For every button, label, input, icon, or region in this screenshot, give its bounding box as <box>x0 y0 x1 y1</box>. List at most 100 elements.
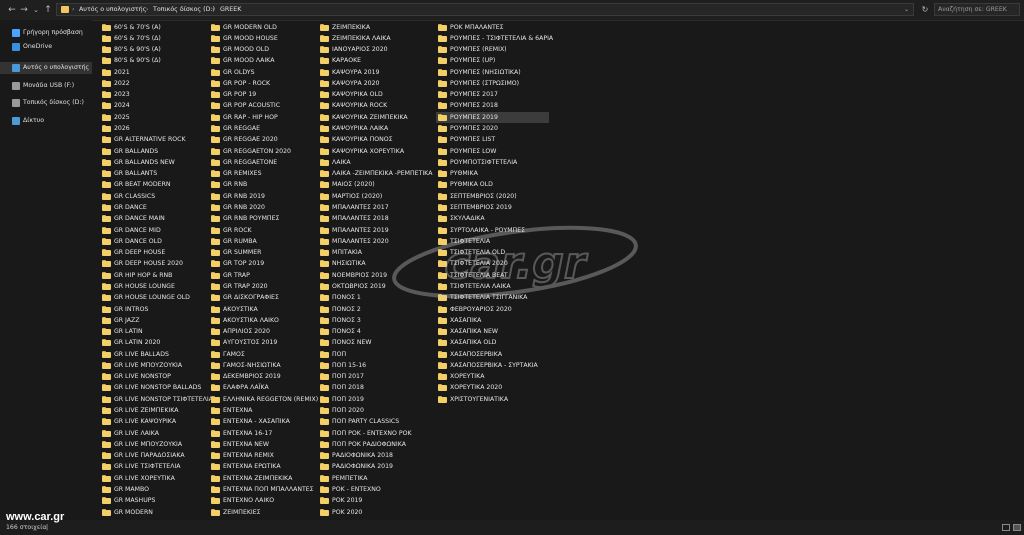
folder-item[interactable]: GR MOOD ΛΑΙΚΑ <box>209 55 309 66</box>
folder-item[interactable]: ΡΥΘΜΙΚΑ <box>436 168 549 179</box>
folder-item[interactable]: GR LIVE NONSTOP ΤΣΙΦΤΕΤΕΛΙΑ <box>100 394 213 405</box>
folder-item[interactable]: GR LIVE NONSTOP BALLADS <box>100 382 201 393</box>
folder-item[interactable]: GR OLDYS <box>209 67 309 78</box>
folder-item[interactable]: GR DANCE OLD <box>100 236 200 247</box>
folder-item[interactable]: ΠΟΠ ΡΟΚ - ΕΝΤΕΧΝΟ ΡΟΚ <box>318 428 426 439</box>
folder-item[interactable]: GR MAMBO <box>100 484 200 495</box>
folder-item[interactable]: ΛΑΙΚΑ -ΖΕΙΜΠΕΚΙΚΑ -ΡΕΜΠΕΤΙΚΑ <box>318 168 432 179</box>
folder-item[interactable]: GR MODERN <box>100 507 200 518</box>
folder-item[interactable]: ΡΟΚ ΜΠΑΛΑΝΤΕΣ <box>436 22 549 33</box>
folder-item[interactable]: 2022 <box>100 78 200 89</box>
folder-item[interactable]: ΖΕΙΜΠΕΚΙΚΑ <box>318 22 426 33</box>
folder-item[interactable]: ΡΟΥΜΠΕΣ LOW <box>436 146 549 157</box>
up-arrow-icon[interactable]: ↑ <box>42 4 54 16</box>
folder-item[interactable]: GR HIP HOP & RNB <box>100 270 200 281</box>
folder-item[interactable]: GR POP ACOUSTIC <box>209 100 309 111</box>
folder-item[interactable]: ΕΝΤΕΧΝΑ 16-17 <box>209 428 309 439</box>
folder-item[interactable]: GR REGGAE <box>209 123 309 134</box>
folder-item[interactable]: GR SUMMER <box>209 247 309 258</box>
folder-item[interactable]: GR HOUSE LOUNGE <box>100 281 200 292</box>
folder-item[interactable]: GR TOP 2019 <box>209 258 309 269</box>
folder-item[interactable]: ΧΡΙΣΤΟΥΓΕΝΙΑΤΙΚΑ <box>436 394 549 405</box>
folder-item[interactable]: ΠΟΠ ΡΟΚ ΡΑΔΙΟΦΩΝΙΚΑ <box>318 439 426 450</box>
folder-item[interactable]: ΡΟΥΜΠΕΣ LIST <box>436 134 549 145</box>
folder-item[interactable]: GR ΔΙΣΚΟΓΡΑΦΙΕΣ <box>209 292 309 303</box>
folder-item[interactable]: ΚΑΨΟΥΡΙΚΑ ΖΕΙΜΠΕΚΙΚΑ <box>318 112 426 123</box>
folder-item[interactable]: ΕΛΛΗΝΙΚΑ REGGETON (REMIX) <box>209 394 318 405</box>
folder-item[interactable]: GR DANCE MAIN <box>100 213 200 224</box>
folder-item[interactable]: GR MODERN OLD <box>209 22 309 33</box>
folder-item[interactable]: ΡΟΥΜΠΕΣ - ΤΣΙΦΤΕΤΕΛΙΑ & 6ΑΡΙΑ <box>436 33 553 44</box>
folder-item[interactable]: ΦΕΒΡΟΥΑΡΙΟΣ 2020 <box>436 304 549 315</box>
folder-item[interactable]: ΡΑΔΙΟΦΩΝΙΚΑ 2019 <box>318 461 426 472</box>
folder-item[interactable]: ΡΟΚ 2019 <box>318 495 426 506</box>
folder-item[interactable]: ΠΟΝΟΣ 3 <box>318 315 426 326</box>
folder-item[interactable]: ΚΑΨΟΥΡΑ 2020 <box>318 78 426 89</box>
folder-item[interactable]: ΡΟΥΜΠΕΣ 2017 <box>436 89 549 100</box>
folder-item[interactable]: ΡΟΥΜΠΕΣ (ΝΗΣΙΩΤΙΚΑ) <box>436 67 549 78</box>
folder-item[interactable]: GR RNB 2019 <box>209 191 309 202</box>
folder-item[interactable]: 2025 <box>100 112 200 123</box>
folder-item[interactable]: GR LATIN <box>100 326 200 337</box>
folder-item[interactable]: ΑΥΓΟΥΣΤΟΣ 2019 <box>209 337 309 348</box>
folder-item[interactable]: 80'S & 90'S (Δ) <box>100 55 200 66</box>
folder-item[interactable]: ΡΟΥΜΠΟΤΣΙΦΤΕΤΕΛΙΑ <box>436 157 549 168</box>
nav-item[interactable]: Δίκτυο <box>0 115 92 127</box>
folder-item[interactable]: 60'S & 70'S (A) <box>100 22 200 33</box>
folder-item[interactable]: GR DANCE <box>100 202 200 213</box>
folder-item[interactable]: ΖΕΙΜΠΕΚΙΕΣ <box>209 507 309 518</box>
folder-item[interactable]: GR RNB <box>209 179 309 190</box>
folder-item[interactable]: ΧΑΣΑΠΙΚΑ <box>436 315 549 326</box>
folder-item[interactable]: 2023 <box>100 89 200 100</box>
folder-item[interactable]: GR POP 19 <box>209 89 309 100</box>
folder-item[interactable]: ΚΑΨΟΥΡΑ 2019 <box>318 67 426 78</box>
nav-item[interactable]: Μονάδα USB (F:) <box>0 80 92 92</box>
nav-item[interactable]: Γρήγορη πρόσβαση <box>0 27 92 39</box>
folder-item[interactable]: GR BALLANTS <box>100 168 200 179</box>
folder-item[interactable]: GR BALLANDS NEW <box>100 157 200 168</box>
folder-item[interactable]: GR TRAP <box>209 270 309 281</box>
folder-item[interactable]: GR LIVE BALLADS <box>100 349 200 360</box>
forward-arrow-icon[interactable]: → <box>18 4 30 16</box>
folder-item[interactable]: GR TRAP 2020 <box>209 281 309 292</box>
folder-item[interactable]: ΠΟΠ 2017 <box>318 371 426 382</box>
folder-item[interactable]: GR LATIN 2020 <box>100 337 200 348</box>
folder-item[interactable]: GR LIVE ΠΑΡΑΔΟΣΙΑΚΑ <box>100 450 200 461</box>
folder-item[interactable]: ΚΑΨΟΥΡΙΚΑ ΧΟΡΕΥΤΙΚΑ <box>318 146 426 157</box>
folder-item[interactable]: GR RNB ΡΟΥΜΠΕΣ <box>209 213 309 224</box>
address-dropdown-icon[interactable]: ⌄ <box>904 5 909 15</box>
folder-item[interactable]: ΑΚΟΥΣΤΙΚΑ <box>209 304 309 315</box>
folder-item[interactable]: ΧΑΣΑΠΙΚΑ NEW <box>436 326 549 337</box>
folder-item[interactable]: GR MASHUPS <box>100 495 200 506</box>
breadcrumb-this-pc[interactable]: Αυτός ο υπολογιστής <box>79 5 146 15</box>
breadcrumb-separator[interactable]: › <box>212 5 215 15</box>
folder-item[interactable]: ΡΟΥΜΠΕΣ (REMIX) <box>436 44 549 55</box>
folder-item[interactable]: ΧΟΡΕΥΤΙΚΑ 2020 <box>436 382 549 393</box>
folder-item[interactable]: ΧΟΡΕΥΤΙΚΑ <box>436 371 549 382</box>
folder-item[interactable]: ΕΝΤΕΧΝΑ ΖΕΙΜΠΕΚΙΚΑ <box>209 473 309 484</box>
folder-item[interactable]: ΕΛΑΦΡΑ ΛΑΪΚΑ <box>209 382 309 393</box>
folder-item[interactable]: 2021 <box>100 67 200 78</box>
nav-item[interactable]: Τοπικός δίσκος (D:) <box>0 97 92 109</box>
breadcrumb-greek[interactable]: GREEK <box>220 5 241 15</box>
folder-item[interactable]: ΜΑΡΤΙΟΣ (2020) <box>318 191 426 202</box>
folder-item[interactable]: GR MOOD OLD <box>209 44 309 55</box>
refresh-icon[interactable]: ↻ <box>918 4 932 16</box>
breadcrumb-local-disk[interactable]: Τοπικός δίσκος (D:) <box>153 5 215 15</box>
folder-item[interactable]: ΕΝΤΕΧΝΑ ΠΟΠ ΜΠΑΛΛΑΝΤΕΣ <box>209 484 314 495</box>
folder-item[interactable]: ΠΟΝΟΣ NEW <box>318 337 426 348</box>
folder-item[interactable]: GR MOOD HOUSE <box>209 33 309 44</box>
folder-item[interactable]: GR REGGAETON 2020 <box>209 146 309 157</box>
folder-item[interactable]: GR HOUSE LOUNGE OLD <box>100 292 200 303</box>
folder-item[interactable]: 2024 <box>100 100 200 111</box>
folder-item[interactable]: ΚΑΨΟΥΡΙΚΑ ROCK <box>318 100 426 111</box>
folder-item[interactable]: ΚΑΨΟΥΡΙΚΑ ΛΑΙΚΑ <box>318 123 426 134</box>
folder-item[interactable]: ΡΟΥΜΠΕΣ (UP) <box>436 55 549 66</box>
folder-item[interactable]: GR LIVE ΛΑΙΚΑ <box>100 428 200 439</box>
folder-item[interactable]: ΡΟΥΜΠΕΣ 2020 <box>436 123 549 134</box>
folder-item[interactable]: 80'S & 90'S (A) <box>100 44 200 55</box>
folder-item[interactable]: ΠΟΠ 15-16 <box>318 360 426 371</box>
search-input[interactable]: Αναζήτηση σε: GREEK <box>934 3 1020 16</box>
folder-item[interactable]: ΚΑΨΟΥΡΙΚΑ OLD <box>318 89 426 100</box>
folder-item[interactable]: ΧΑΣΑΠΟΣΕΡΒΙΚΑ <box>436 349 549 360</box>
